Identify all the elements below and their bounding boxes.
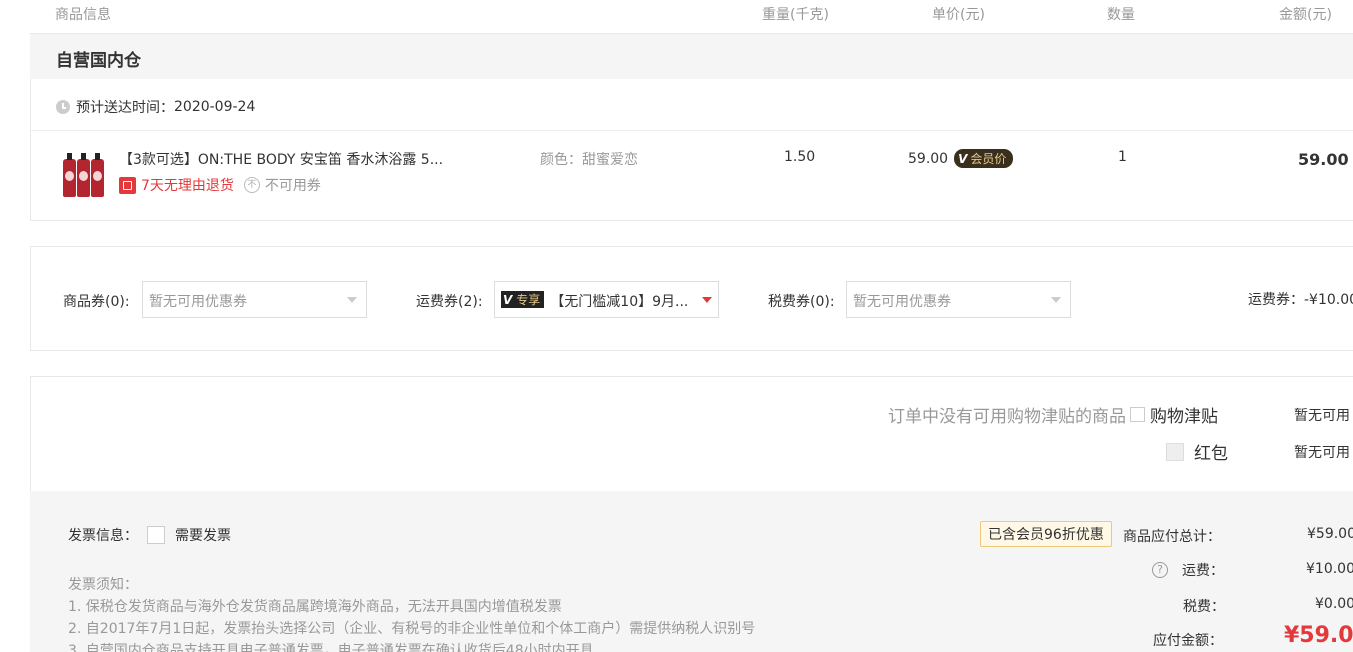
tax-label: 税费： [1183,599,1225,615]
shipping-coupon-select[interactable]: V 专享 【无门槛减10】9月... [494,281,719,318]
product-thumbnail[interactable] [61,151,105,197]
invoice-notice: 发票须知： 1. 保税仓发货商品与海外仓发货商品属跨境海外商品，无法开具国内增值… [68,574,755,652]
goods-coupon-label: 商品券(0): [63,294,130,310]
goods-coupon-select[interactable]: 暂无可用优惠券 [142,281,367,318]
col-product-info: 商品信息 [55,7,111,23]
goods-total-label: 商品应付总计： [1123,529,1221,545]
return-policy-label: 7天无理由退货 [141,178,234,194]
col-unit-price: 单价(元) [932,7,985,23]
subsidy-status: 暂无可用 [1294,408,1350,424]
subsidy-row: 订单中没有可用购物津贴的商品 购物津贴 [888,402,1218,427]
shipping-fee-row: ? 运费： [1152,560,1224,580]
return-policy-icon [119,176,136,194]
redpacket-row: 红包 [1166,439,1228,464]
shipping-coupon-value: 【无门槛减10】9月... [550,294,689,310]
invoice-notice-title: 发票须知： [68,577,138,593]
need-invoice-checkbox[interactable] [147,526,165,544]
col-weight: 重量(千克) [762,7,829,23]
tax-coupon-label: 税费券(0): [768,294,835,310]
help-icon[interactable]: ? [1152,562,1168,578]
shipping-coupon-discount: 运费券：-¥10.00 [1248,292,1353,308]
invoice-row: 发票信息： 需要发票 [68,525,231,545]
no-coupon-label: 不可用券 [264,178,321,194]
coupon-section: 商品券(0): 暂无可用优惠券 运费券(2): V 专享 【无门槛减10】9月.… [30,246,1353,351]
product-name-link[interactable]: 【3款可选】ON:THE BODY 安宝笛 香水沐浴露 5... [119,149,443,169]
invoice-label: 发票信息： [68,528,138,544]
subsidy-message: 订单中没有可用购物津贴的商品 [888,407,1126,427]
tax-value: ¥0.00 [1315,596,1353,612]
product-tags: 7天无理由退货 不 不可用券 [119,175,321,195]
product-amount: 59.00 [1298,150,1349,169]
shipping-fee-label: 运费： [1182,563,1224,579]
warehouse-header: 自营国内仓 [30,33,1353,79]
shipping-fee-value: ¥10.00 [1306,561,1353,577]
exclusive-label: 专享 [516,293,541,307]
divider [31,130,1353,131]
subsidy-label: 购物津贴 [1150,407,1218,427]
no-coupon-icon: 不 [243,177,260,193]
invoice-notice-line: 1. 保税仓发货商品与海外仓发货商品属跨境海外商品，无法开具国内增值税发票 [68,599,562,615]
cart-column-header: 商品信息 重量(千克) 单价(元) 数量 金额(元) [0,0,1353,30]
redpacket-label: 红包 [1194,444,1228,464]
product-quantity: 1 [1118,149,1127,165]
product-color-attribute: 颜色：甜蜜爱恋 [540,152,638,168]
need-invoice-label: 需要发票 [175,528,231,544]
invoice-total-section: 发票信息： 需要发票 发票须知： 1. 保税仓发货商品与海外仓发货商品属跨境海外… [30,491,1353,652]
delivery-estimate: 预计送达时间： 2020-09-24 [56,97,255,117]
goods-total-value: ¥59.00 [1307,526,1353,542]
exclusive-badge: V 专享 [501,291,545,308]
invoice-notice-line: 2. 自2017年7月1日起，发票抬头选择公司（企业、有税号的非企业性单位和个体… [68,621,756,637]
tax-coupon-select[interactable]: 暂无可用优惠券 [846,281,1071,318]
warehouse-title: 自营国内仓 [56,51,141,71]
vip-v-icon: V [958,151,968,166]
chevron-down-icon [702,297,712,303]
shipping-coupon-label: 运费券(2): [416,294,483,310]
tax-coupon-placeholder: 暂无可用优惠券 [853,294,951,310]
subsidy-checkbox[interactable] [1130,407,1145,422]
clock-icon [56,100,70,114]
subsidy-section: 订单中没有可用购物津贴的商品 购物津贴 暂无可用 红包 暂无可用 [30,376,1353,491]
redpacket-checkbox[interactable] [1166,442,1184,461]
col-amount: 金额(元) [1279,7,1332,23]
delivery-date: 2020-09-24 [174,99,256,115]
payable-label: 应付金额： [1153,633,1223,649]
col-quantity: 数量 [1107,7,1135,23]
goods-coupon-placeholder: 暂无可用优惠券 [149,294,247,310]
invoice-notice-line: 3. 自营国内仓商品支持开具电子普通发票，电子普通发票在确认收货后48小时内开具 [68,643,594,652]
vip-badge-label: 会员价 [970,152,1007,166]
member-discount-tag: 已含会员96折优惠 [980,521,1112,547]
unit-price-value: 59.00 [908,150,949,167]
delivery-label: 预计送达时间： [76,100,174,116]
vip-v-icon: V [503,292,513,307]
redpacket-status: 暂无可用 [1294,445,1350,461]
vip-price-badge: V 会员价 [954,149,1014,168]
payable-amount: ¥59.00 [1284,623,1353,648]
chevron-down-icon [1051,297,1061,303]
chevron-down-icon [347,297,357,303]
product-weight: 1.50 [784,149,816,165]
warehouse-item-section: 预计送达时间： 2020-09-24 【3款可选】ON:THE BODY 安宝笛… [30,79,1353,221]
product-unit-price: 59.00 V 会员价 [908,149,1014,168]
